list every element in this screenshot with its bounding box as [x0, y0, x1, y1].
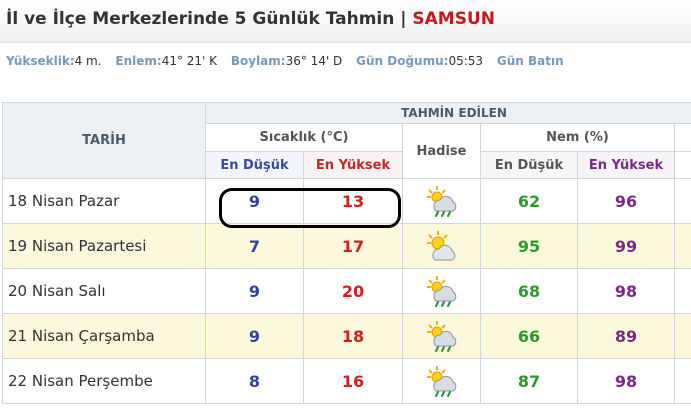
weather-cell — [402, 358, 481, 404]
row-date: 22 Nisan Perşembe — [2, 358, 206, 404]
temp-high-header: En Yüksek — [303, 151, 403, 179]
temp-high-value: 20 — [303, 268, 403, 314]
humidity-low-value: 66 — [480, 313, 578, 359]
temperature-header: Sıcaklık (°C) — [205, 123, 403, 152]
cloud-sun-rain-icon — [425, 319, 459, 353]
sunrise-label: Gün Doğumu: — [356, 54, 449, 68]
humidity-low-value: 87 — [480, 358, 578, 404]
humidity-high-header: En Yüksek — [577, 151, 675, 179]
sunset-label: Gün Batın — [496, 54, 564, 68]
longitude-value: 36° 14' D — [285, 54, 343, 68]
partly-cloudy-icon — [425, 229, 459, 263]
temp-low-value: 7 — [205, 223, 304, 269]
location-info: Yükseklik:4 m. Enlem:41° 21' K Boylam:36… — [6, 54, 564, 68]
temp-low-header: En Düşük — [205, 151, 304, 179]
humidity-high-value: 98 — [577, 268, 675, 314]
temp-low-value: 9 — [205, 268, 304, 314]
weather-cell — [402, 313, 481, 359]
temp-high-value: 16 — [303, 358, 403, 404]
extra-cell — [673, 268, 691, 314]
humidity-header: Nem (%) — [480, 123, 675, 152]
elevation-label: Yükseklik: — [6, 54, 75, 68]
row-date: 19 Nisan Pazartesi — [2, 223, 206, 269]
table-row: 19 Nisan Pazartesi 7 17 95 99 — [2, 223, 691, 269]
humidity-low-value: 95 — [480, 223, 578, 269]
elevation-value: 4 m. — [74, 54, 102, 68]
table-row: 18 Nisan Pazar 9 13 62 96 — [2, 178, 691, 224]
humidity-low-value: 62 — [480, 178, 578, 224]
extra-cell — [673, 223, 691, 269]
cloud-sun-rain-icon — [425, 274, 459, 308]
extra-subheader — [673, 151, 691, 179]
title-bar: İl ve İlçe Merkezlerinde 5 Günlük Tahmin… — [0, 0, 691, 43]
temp-high-value: 13 — [303, 178, 403, 224]
cloud-sun-rain-icon — [425, 364, 459, 398]
longitude-label: Boylam: — [230, 54, 286, 68]
table-row: 21 Nisan Çarşamba 9 18 66 89 — [2, 313, 691, 359]
cloud-sun-rain-icon — [425, 184, 459, 218]
humidity-high-value: 99 — [577, 223, 675, 269]
weather-cell — [402, 178, 481, 224]
temp-low-value: 9 — [205, 178, 304, 224]
humidity-low-header: En Düşük — [480, 151, 578, 179]
latitude-value: 41° 21' K — [161, 54, 218, 68]
extra-header — [673, 123, 691, 152]
page-title-text: İl ve İlçe Merkezlerinde 5 Günlük Tahmin… — [6, 9, 407, 29]
row-date: 21 Nisan Çarşamba — [2, 313, 206, 359]
row-date: 20 Nisan Salı — [2, 268, 206, 314]
extra-cell — [673, 358, 691, 404]
row-date: 18 Nisan Pazar — [2, 178, 206, 224]
humidity-high-value: 98 — [577, 358, 675, 404]
extra-cell — [673, 313, 691, 359]
temp-high-value: 17 — [303, 223, 403, 269]
weather-cell — [402, 268, 481, 314]
humidity-high-value: 89 — [577, 313, 675, 359]
humidity-low-value: 68 — [480, 268, 578, 314]
weather-cell — [402, 223, 481, 269]
latitude-label: Enlem: — [115, 54, 162, 68]
forecast-table: TARİH TAHMİN EDİLEN Sıcaklık (°C) Hadise… — [2, 102, 691, 404]
date-column-header: TARİH — [2, 102, 206, 179]
temp-low-value: 8 — [205, 358, 304, 404]
temp-high-value: 18 — [303, 313, 403, 359]
humidity-high-value: 96 — [577, 178, 675, 224]
table-row: 22 Nisan Perşembe 8 16 87 98 — [2, 358, 691, 404]
event-header: Hadise — [402, 123, 481, 179]
temp-low-value: 9 — [205, 313, 304, 359]
forecast-header: TAHMİN EDİLEN — [204, 102, 691, 124]
extra-cell — [673, 178, 691, 224]
table-row: 20 Nisan Salı 9 20 68 98 — [2, 268, 691, 314]
sunrise-value: 05:53 — [448, 54, 484, 68]
city-name: SAMSUN — [412, 9, 495, 29]
page-title: İl ve İlçe Merkezlerinde 5 Günlük Tahmin… — [6, 9, 495, 29]
